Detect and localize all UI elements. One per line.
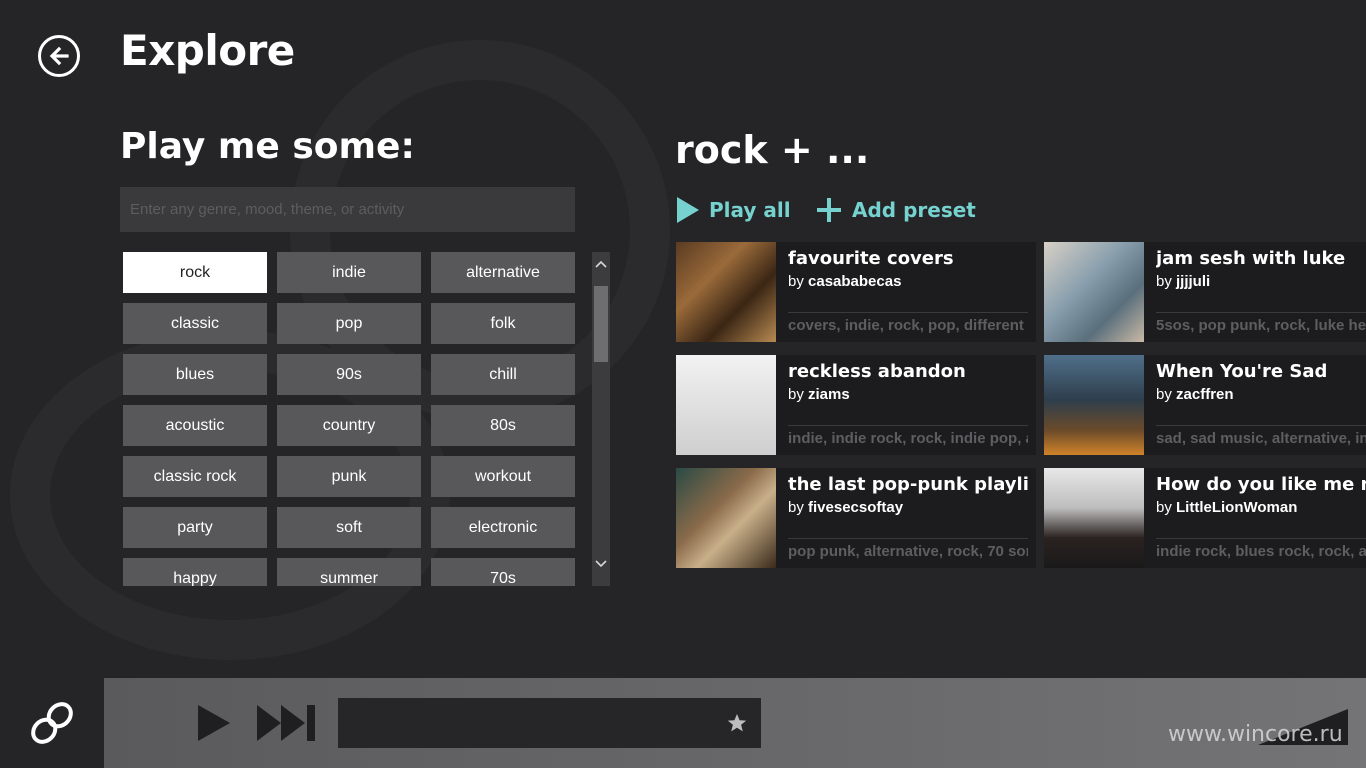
add-preset-button[interactable]: Add preset xyxy=(816,194,976,226)
playlist-card[interactable]: jam sesh with luke by jjjjuli 5sos, pop pu… xyxy=(1044,242,1366,342)
playlist-card[interactable]: the last pop-punk playlist you'll ever n… xyxy=(676,468,1036,568)
playlist-tags: covers, indie, rock, pop, different xyxy=(788,312,1028,334)
playlist-author: by jjjjuli xyxy=(1156,273,1366,290)
genre-tile[interactable]: 70s xyxy=(431,558,575,586)
playlist-title: the last pop-punk playlist you'll ever n… xyxy=(788,474,1028,495)
by-label: by xyxy=(788,386,804,403)
playlist-results: favourite covers by casababecas covers, in… xyxy=(676,242,1366,572)
playlist-info: How do you like me now by LittleLionWoman xyxy=(1156,474,1366,516)
now-playing-field[interactable] xyxy=(338,698,761,748)
playlist-title: reckless abandon xyxy=(788,361,966,382)
playlist-author: by LittleLionWoman xyxy=(1156,499,1366,516)
playlist-title: When You're Sad xyxy=(1156,361,1328,382)
star-icon[interactable] xyxy=(727,713,747,733)
playlist-card[interactable]: favourite covers by casababecas covers, in… xyxy=(676,242,1036,342)
author-name[interactable]: LittleLionWoman xyxy=(1176,499,1297,516)
playlist-tags: indie, indie rock, rock, indie pop, alte… xyxy=(788,425,1028,447)
by-label: by xyxy=(1156,499,1172,516)
playlist-info: reckless abandon by ziams xyxy=(788,361,1028,403)
genre-tile[interactable]: party xyxy=(123,507,267,548)
playlist-title: jam sesh with luke xyxy=(1156,248,1346,269)
playlist-title: How do you like me now xyxy=(1156,474,1366,495)
by-label: by xyxy=(1156,386,1172,403)
playlist-thumbnail xyxy=(676,242,776,342)
plus-icon xyxy=(817,198,841,222)
genre-tile[interactable]: rock xyxy=(123,252,267,293)
add-preset-label: Add preset xyxy=(852,198,976,222)
genre-tile[interactable]: punk xyxy=(277,456,421,497)
genre-tile[interactable]: summer xyxy=(277,558,421,586)
author-name[interactable]: fivesecsoftay xyxy=(808,499,903,516)
author-name[interactable]: jjjjuli xyxy=(1176,273,1210,290)
genre-tile[interactable]: chill xyxy=(431,354,575,395)
play-all-label: Play all xyxy=(709,198,791,222)
genre-tile[interactable]: folk xyxy=(431,303,575,344)
playlist-author: by zacffren xyxy=(1156,386,1366,403)
by-label: by xyxy=(1156,273,1172,290)
genre-tile[interactable]: classic xyxy=(123,303,267,344)
skip-next-icon[interactable] xyxy=(257,705,317,741)
genre-tile[interactable]: workout xyxy=(431,456,575,497)
playlist-tags: sad, sad music, alternative, indie xyxy=(1156,425,1366,447)
playlist-title: favourite covers xyxy=(788,248,954,269)
watermark: www.wincore.ru xyxy=(1168,722,1343,747)
playlist-info: jam sesh with luke by jjjjuli xyxy=(1156,248,1366,290)
author-name[interactable]: ziams xyxy=(808,386,850,403)
genre-list: rock indie alternative classic pop folk blues 9… xyxy=(120,249,580,586)
app-logo[interactable] xyxy=(0,678,104,768)
infinity-logo-icon xyxy=(31,702,73,744)
genre-tile[interactable]: country xyxy=(277,405,421,446)
scroll-up-icon[interactable] xyxy=(592,254,610,274)
genre-search-input[interactable] xyxy=(120,187,575,232)
genre-tile[interactable]: electronic xyxy=(431,507,575,548)
play-icon xyxy=(677,197,699,223)
playlist-card[interactable]: How do you like me now by LittleLionWoman… xyxy=(1044,468,1366,568)
playlist-tags: 5sos, pop punk, rock, luke hemmings xyxy=(1156,312,1366,334)
page-title: Explore xyxy=(120,26,295,75)
playlist-card[interactable]: When You're Sad by zacffren sad, sad music… xyxy=(1044,355,1366,455)
play-all-button[interactable]: Play all xyxy=(677,194,791,226)
genre-tile[interactable]: blues xyxy=(123,354,267,395)
section-heading: Play me some: xyxy=(120,126,415,167)
genre-tile[interactable]: soft xyxy=(277,507,421,548)
back-arrow-icon xyxy=(49,46,69,66)
playlist-info: When You're Sad by zacffren xyxy=(1156,361,1366,403)
by-label: by xyxy=(788,273,804,290)
playlist-info: favourite covers by casababecas xyxy=(788,248,1028,290)
playlist-thumbnail xyxy=(1044,355,1144,455)
scroll-down-icon[interactable] xyxy=(592,554,610,574)
playlist-thumbnail xyxy=(676,468,776,568)
by-label: by xyxy=(788,499,804,516)
playlist-tags: pop punk, alternative, rock, 70 songs xyxy=(788,538,1028,560)
genre-tile[interactable]: 90s xyxy=(277,354,421,395)
playlist-author: by casababecas xyxy=(788,273,1028,290)
playlist-info: the last pop-punk playlist you'll ever n… xyxy=(788,474,1028,516)
author-name[interactable]: casababecas xyxy=(808,273,901,290)
genre-tile[interactable]: indie xyxy=(277,252,421,293)
playlist-tags: indie rock, blues rock, rock, alternativ… xyxy=(1156,538,1366,560)
back-button[interactable] xyxy=(38,35,80,77)
playlist-thumbnail xyxy=(676,355,776,455)
genre-grid: rock indie alternative classic pop folk blues 9… xyxy=(120,249,580,586)
genre-tile[interactable]: acoustic xyxy=(123,405,267,446)
genre-tile[interactable]: classic rock xyxy=(123,456,267,497)
playlist-card[interactable]: reckless abandon by ziams indie, indie roc… xyxy=(676,355,1036,455)
genre-tile[interactable]: pop xyxy=(277,303,421,344)
playlist-author: by ziams xyxy=(788,386,1028,403)
genre-tile[interactable]: alternative xyxy=(431,252,575,293)
playlist-thumbnail xyxy=(1044,468,1144,568)
genre-tile[interactable]: 80s xyxy=(431,405,575,446)
genre-tile[interactable]: happy xyxy=(123,558,267,586)
scroll-thumb[interactable] xyxy=(594,286,608,362)
playlist-author: by fivesecsoftay xyxy=(788,499,1028,516)
author-name[interactable]: zacffren xyxy=(1176,386,1234,403)
results-title: rock + ... xyxy=(675,128,870,172)
play-icon[interactable] xyxy=(196,703,232,743)
playlist-thumbnail xyxy=(1044,242,1144,342)
genre-scrollbar[interactable] xyxy=(592,252,610,586)
